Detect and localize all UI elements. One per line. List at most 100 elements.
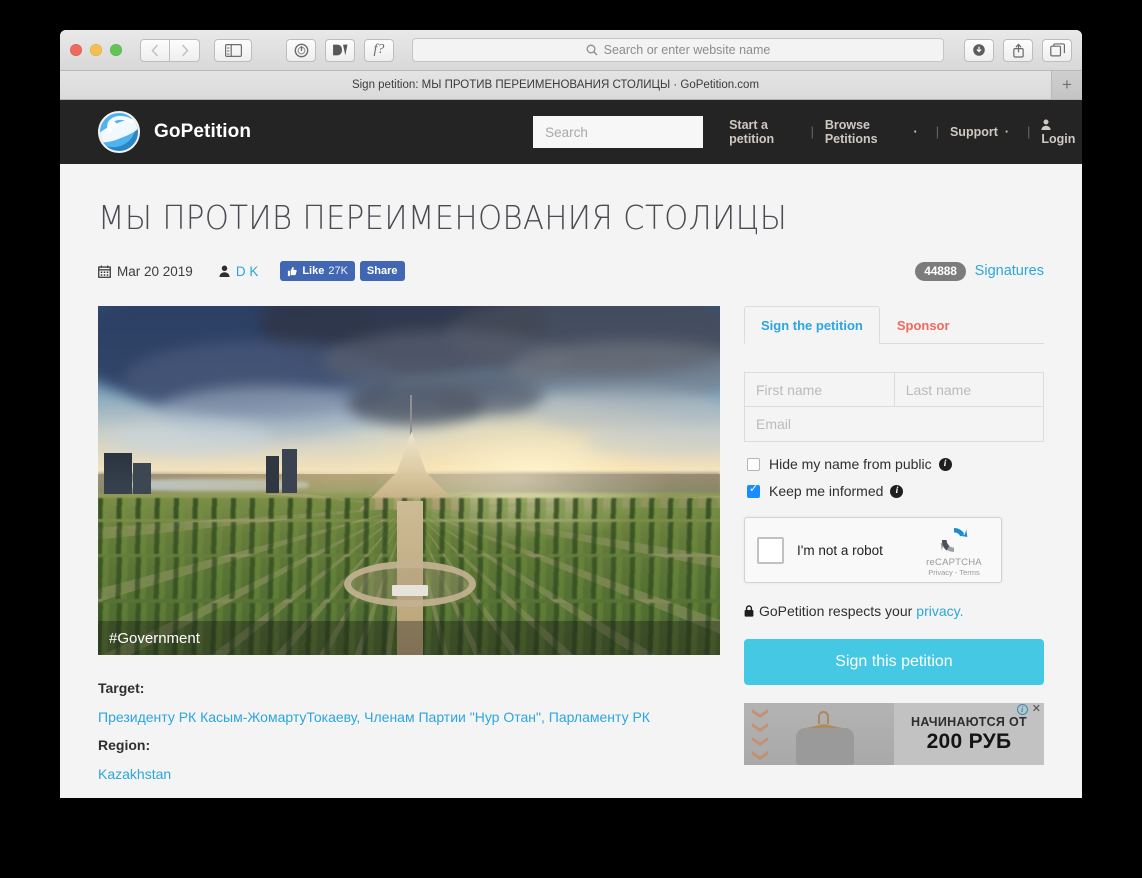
petition-details: Target: Президенту РК Касым-ЖомартуТокае… [98,655,720,789]
ad-info-icon[interactable]: i [1016,704,1028,715]
forward-button[interactable] [170,38,200,62]
first-name-input[interactable] [744,372,894,407]
last-name-input[interactable] [893,372,1044,407]
region-value[interactable]: Kazakhstan [98,760,720,789]
share-icon[interactable] [1003,38,1033,62]
facebook-like-button[interactable]: Like 27K [280,261,355,281]
hero-hashtag-label: #Government [109,629,200,647]
petition-hero-image[interactable]: #Government [98,306,720,655]
ad-product-image [744,703,894,765]
navigation-buttons [140,38,200,62]
petition-author-link[interactable]: D K [236,264,259,279]
tab-sign-the-petition[interactable]: Sign the petition [744,306,880,344]
facebook-share-label: Share [366,265,398,277]
recaptcha-logo-icon [940,527,968,552]
toolbar-right-buttons [964,38,1072,62]
hide-name-info-icon[interactable]: i [938,457,952,471]
tabs-icon[interactable] [1042,38,1072,62]
target-value[interactable]: Президенту РК Касым-ЖомартуТокаеву, Член… [98,703,720,732]
recaptcha-terms-links[interactable]: Privacy - Terms [919,568,989,577]
url-search-field[interactable]: Search or enter website name [412,38,944,62]
page-title: МЫ ПРОТИВ ПЕРЕИМЕНОВАНИЯ СТОЛИЦЫ [98,198,788,237]
target-label: Target: [98,680,145,696]
browser-toolbar: f? Search or enter website name [60,30,1082,71]
page-content: МЫ ПРОТИВ ПЕРЕИМЕНОВАНИЯ СТОЛИЦЫ Mar 20 … [60,164,1082,789]
nav-start-a-petition[interactable]: Start a petition [729,118,800,146]
browser-tab-title: Sign petition: МЫ ПРОТИВ ПЕРЕИМЕНОВАНИЯ … [351,79,760,91]
extension-buttons: f? [286,38,394,62]
privacy-link[interactable]: privacy. [916,603,963,619]
tab-bar: Sign petition: МЫ ПРОТИВ ПЕРЕИМЕНОВАНИЯ … [60,71,1082,100]
lock-icon [744,605,754,617]
new-tab-button[interactable]: + [1052,71,1082,99]
person-icon [1041,119,1051,130]
ad-price: 200 РУБ [926,729,1012,753]
desktop-backdrop: f? Search or enter website name Sign pet… [0,0,1142,878]
signature-count-badge: 44888 [915,261,966,281]
page-viewport: GoPetition Start a petition | Browse Pet… [60,100,1082,802]
recaptcha-branding: reCAPTCHA Privacy - Terms [919,524,989,577]
dashlane-icon[interactable] [325,38,355,62]
email-input[interactable] [744,407,1044,442]
petition-date: Mar 20 2019 [98,264,193,279]
downloads-icon[interactable] [964,38,994,62]
sidebar-tabs: Sign the petition Sponsor [744,306,1044,344]
nav-separator-2: | [935,125,939,139]
hero-hashtag-overlay: #Government [98,621,720,655]
site-header: GoPetition Start a petition | Browse Pet… [60,100,1082,164]
recaptcha-brand-name: reCAPTCHA [926,556,982,568]
calendar-icon [98,265,111,278]
url-bar-placeholder: Search or enter website name [603,43,771,57]
brand-link[interactable]: GoPetition [98,111,251,153]
thumbs-up-icon [288,266,298,276]
content-columns: #Government Target: Президенту РК Касым-… [98,306,1044,789]
ad-close-icon[interactable]: ✕ [1032,704,1041,715]
adblock-icon[interactable] [286,38,316,62]
tab-sponsor-label: Sponsor [896,318,950,333]
region-label: Region: [98,737,151,754]
nav-support[interactable]: Support [950,125,998,139]
nav-separator-3: | [1027,125,1031,139]
nav-browse-petitions[interactable]: Browse Petitions [825,118,907,146]
window-controls [70,44,122,56]
signature-count-label[interactable]: Signatures [975,263,1044,279]
keep-informed-info-icon[interactable]: i [890,484,904,498]
person-icon [219,265,230,277]
minimize-window-button[interactable] [90,44,102,56]
sign-this-petition-button[interactable]: Sign this petition [744,639,1044,685]
ad-controls: i ✕ [1016,704,1041,715]
back-button[interactable] [140,38,170,62]
sign-petition-form: Hide my name from public i Keep me infor… [744,372,1044,765]
facebook-share-button[interactable]: Share [359,261,405,281]
signature-counter: 44888 Signatures [915,261,1044,281]
sidebar-toggle-button[interactable] [214,38,252,62]
recaptcha-widget: I'm not a robot reCAPTCHA Privacy - Term… [744,517,1002,583]
recaptcha-checkbox[interactable] [757,536,784,564]
name-row [744,372,1044,407]
tab-sign-label: Sign the petition [761,318,863,333]
nav-caret-support[interactable]: · [1005,125,1009,139]
tab-sponsor[interactable]: Sponsor [880,306,967,344]
sidebar-column: Sign the petition Sponsor First name Las… [744,306,1044,789]
petition-author[interactable]: D K [219,264,259,279]
privacy-notice: GoPetition respects your privacy. [744,603,1044,619]
font-tool-icon[interactable]: f? [364,38,394,62]
font-tool-label: f? [373,42,385,57]
main-column: #Government Target: Президенту РК Касым-… [98,306,720,789]
site-search-input[interactable] [533,116,704,148]
nav-login-label: Login [1041,132,1076,146]
petition-date-label: Mar 20 2019 [117,263,193,279]
safari-browser-window: f? Search or enter website name Sign pet… [60,30,1082,802]
petition-meta: Mar 20 2019 D K Like 27K Share 44888 Sig… [98,261,1044,281]
keep-informed-checkbox[interactable] [747,483,760,498]
browser-tab-active[interactable]: Sign petition: МЫ ПРОТИВ ПЕРЕИМЕНОВАНИЯ … [60,71,1052,99]
facebook-like-count: 27K [328,265,348,277]
nav-caret-browse[interactable]: · [914,125,918,139]
zoom-window-button[interactable] [110,44,122,56]
hide-name-checkbox[interactable] [747,457,760,471]
site-nav: Start a petition | Browse Petitions · | … [729,118,1082,146]
nav-login[interactable]: Login [1041,118,1082,146]
advertisement-banner[interactable]: НАЧИНАЮТСЯ ОТ 200 РУБ i ✕ [744,703,1044,765]
close-window-button[interactable] [70,44,82,56]
hide-name-label: Hide my name from public [769,456,932,472]
